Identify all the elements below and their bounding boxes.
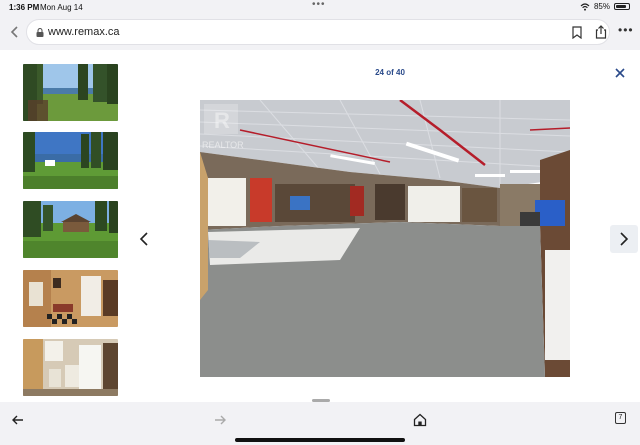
thumbnail-2[interactable] (23, 132, 118, 189)
arrow-left-icon[interactable] (10, 412, 26, 428)
battery-percent: 85% (593, 2, 610, 11)
chevron-left-icon[interactable] (137, 229, 151, 249)
svg-text:R: R (214, 108, 230, 133)
main-photo[interactable]: R REALTOR (200, 100, 570, 377)
battery-fill (616, 5, 626, 8)
address-field[interactable]: www.remax.ca (26, 19, 610, 45)
arrow-right-icon[interactable] (212, 412, 228, 428)
chevron-right-icon (620, 232, 629, 246)
wifi-icon (580, 2, 590, 11)
thumbnail-4[interactable] (23, 270, 118, 327)
home-indicator[interactable] (235, 438, 405, 442)
home-icon[interactable] (412, 412, 428, 428)
browser-url-bar: www.remax.ca ••• (0, 14, 640, 50)
share-icon[interactable] (595, 25, 607, 39)
thumbnail-3[interactable] (23, 201, 118, 258)
status-time: 1:36 PM (9, 3, 40, 12)
status-right: 85% (580, 2, 630, 11)
photo-counter: 24 of 40 (375, 68, 405, 77)
status-bar: 1:36 PM Mon Aug 14 ••• 85% (0, 0, 640, 14)
bookmark-icon[interactable] (572, 26, 582, 39)
url-text[interactable]: www.remax.ca (48, 26, 120, 38)
close-icon[interactable] (613, 66, 627, 80)
status-date: Mon Aug 14 (40, 3, 83, 12)
gallery-viewer: 24 of 40 R REALTOR (0, 50, 640, 402)
battery-icon (614, 3, 630, 10)
thumbnail-5[interactable] (23, 339, 118, 396)
drag-handle[interactable] (312, 399, 330, 402)
realtor-watermark: REALTOR (202, 140, 244, 150)
browser-toolbar: 7 (0, 399, 640, 445)
ellipsis-icon[interactable]: ••• (618, 23, 634, 37)
chevron-left-icon[interactable] (8, 24, 22, 40)
thumbnail-1[interactable] (23, 64, 118, 121)
next-photo-button[interactable] (610, 225, 638, 253)
lock-icon (36, 28, 44, 37)
multitask-dots-icon[interactable]: ••• (312, 0, 326, 10)
tabs-icon[interactable]: 7 (615, 412, 626, 424)
